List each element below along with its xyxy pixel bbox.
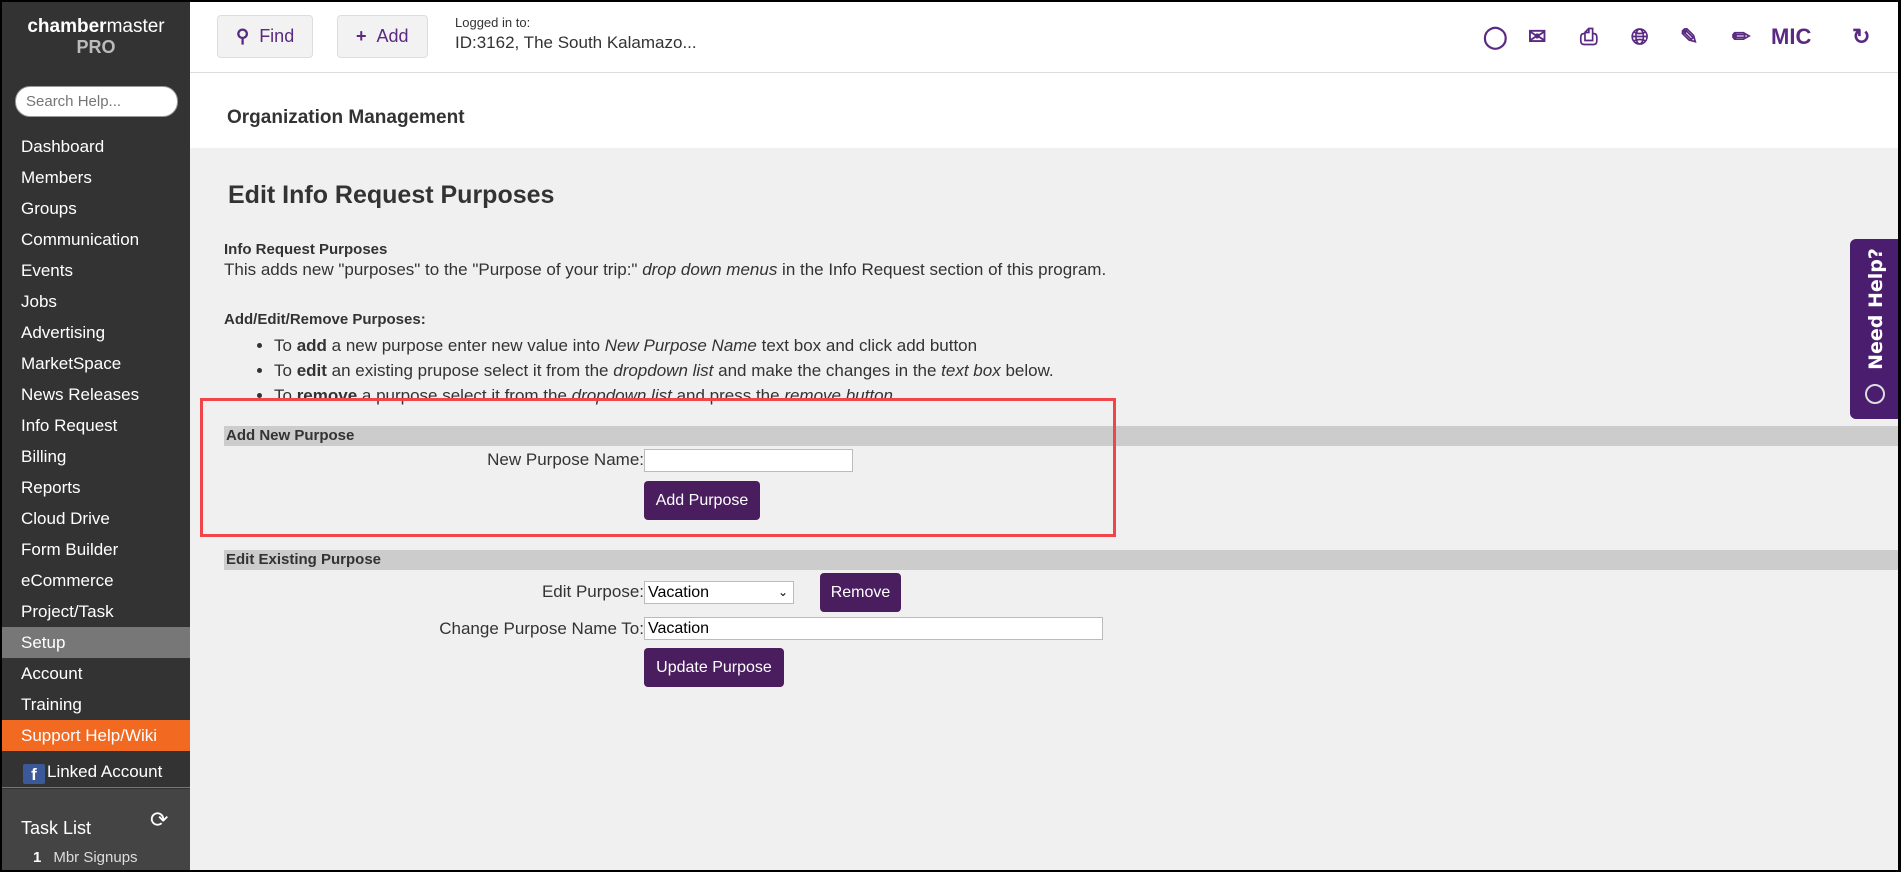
- lightbulb-icon[interactable]: ◯: [1483, 24, 1508, 50]
- chevron-down-icon: ⌄: [777, 585, 788, 599]
- rename-label: Change Purpose Name To:: [439, 619, 644, 638]
- sidebar-item-training[interactable]: Training: [2, 689, 190, 720]
- task-list: Task List ⟳ 1 Mbr Signups: [2, 789, 190, 870]
- logo-bold: chamber: [27, 16, 107, 37]
- search-help-input[interactable]: [15, 86, 178, 117]
- section-title: Info Request Purposes: [224, 241, 388, 258]
- find-label: Find: [259, 26, 295, 46]
- mic-button[interactable]: MIC: [1771, 24, 1811, 50]
- instruction-text: below.: [1000, 361, 1054, 380]
- linked-account-link[interactable]: f Linked Account: [2, 755, 190, 788]
- instruction-item: To add a new purpose enter new value int…: [274, 333, 1054, 358]
- logo[interactable]: chambermaster PRO: [2, 16, 190, 58]
- sidebar-item-form-builder[interactable]: Form Builder: [2, 534, 190, 565]
- sidebar-item-account[interactable]: Account: [2, 658, 190, 689]
- update-purpose-button[interactable]: Update Purpose: [644, 648, 784, 687]
- selected-value: Vacation: [648, 584, 710, 601]
- print-icon[interactable]: ⎙: [1580, 24, 1598, 50]
- sidebar-item-news-releases[interactable]: News Releases: [2, 379, 190, 410]
- remove-button[interactable]: Remove: [820, 573, 901, 612]
- sidebar-item-groups[interactable]: Groups: [2, 193, 190, 224]
- description: This adds new "purposes" to the "Purpose…: [224, 260, 1106, 280]
- page-title: Edit Info Request Purposes: [228, 181, 555, 209]
- task-list-title: Task List: [21, 818, 92, 838]
- edit-section-header: Edit Existing Purpose: [224, 550, 1898, 570]
- top-bar: ⚲ Find + Add Logged in to: ID:3162, The Sou…: [190, 2, 1898, 73]
- app-window: chambermasterPRO DashboardMembersGroupsC…: [2, 2, 1898, 870]
- instruction-text: add: [296, 336, 327, 355]
- desc-text: This adds new "purposes" to the "Purpose…: [224, 260, 643, 279]
- need-help-tab[interactable]: Need Help?: [1850, 239, 1898, 419]
- logo-sub: PRO: [76, 37, 116, 57]
- logged-in-info: Logged in to: ID:3162, The South Kalamazo…: [455, 15, 697, 53]
- sidebar-item-billing[interactable]: Billing: [2, 441, 190, 472]
- task-count: 1: [33, 849, 42, 866]
- org-title: Organization Management: [227, 107, 465, 128]
- sidebar-item-project-task[interactable]: Project/Task: [2, 596, 190, 627]
- sidebar-item-info-request[interactable]: Info Request: [2, 410, 190, 441]
- need-help-label: Need Help?: [1865, 248, 1887, 370]
- instruction-text: a new purpose enter new value into: [326, 336, 605, 355]
- desc-em: drop down menus: [642, 260, 778, 279]
- desc-text-end: in the Info Request section of this prog…: [777, 260, 1107, 279]
- globe-icon[interactable]: 🌐︎: [1631, 24, 1649, 50]
- task-label: Mbr Signups: [53, 849, 138, 866]
- mail-icon[interactable]: ✉: [1528, 24, 1546, 50]
- facebook-icon: f: [23, 764, 45, 784]
- sidebar-item-reports[interactable]: Reports: [2, 472, 190, 503]
- sidebar: chambermasterPRO DashboardMembersGroupsC…: [2, 2, 190, 870]
- plus-icon: +: [356, 26, 367, 46]
- sidebar-item-communication[interactable]: Communication: [2, 224, 190, 255]
- sidebar-item-support-help-wiki[interactable]: Support Help/Wiki: [2, 720, 190, 751]
- sidebar-item-dashboard[interactable]: Dashboard: [2, 131, 190, 162]
- instruction-text: To: [274, 361, 297, 380]
- add-button[interactable]: + Add: [337, 15, 428, 58]
- logo-rest: master: [106, 16, 165, 37]
- sidebar-item-cloud-drive[interactable]: Cloud Drive: [2, 503, 190, 534]
- sidebar-item-advertising[interactable]: Advertising: [2, 317, 190, 348]
- instructions-list: To add a new purpose enter new value int…: [274, 333, 1054, 408]
- instruction-text: New Purpose Name: [604, 336, 757, 355]
- sidebar-item-jobs[interactable]: Jobs: [2, 286, 190, 317]
- logged-label: Logged in to:: [455, 15, 531, 30]
- linked-account-label: Linked Account: [47, 762, 163, 781]
- sidebar-item-marketspace[interactable]: MarketSpace: [2, 348, 190, 379]
- instruction-text: edit: [296, 361, 327, 380]
- sidebar-item-setup[interactable]: Setup: [2, 627, 190, 658]
- edit-purpose-select[interactable]: Vacation ⌄: [644, 581, 794, 604]
- add-label: Add: [376, 26, 409, 46]
- lifebuoy-icon: [1865, 384, 1885, 404]
- task-row[interactable]: 1 Mbr Signups: [33, 849, 138, 866]
- instruction-text: dropdown list: [613, 361, 714, 380]
- sidebar-item-ecommerce[interactable]: eCommerce: [2, 565, 190, 596]
- edit-purpose-label: Edit Purpose:: [541, 582, 644, 601]
- highlight-box: [200, 398, 1116, 537]
- rename-input[interactable]: [644, 617, 1103, 640]
- pencil-icon[interactable]: ✏︎: [1732, 24, 1750, 50]
- instruction-text: and make the changes in the: [713, 361, 942, 380]
- instruction-item: To edit an existing prupose select it fr…: [274, 358, 1054, 383]
- logged-value: ID:3162, The South Kalamazo...: [455, 33, 697, 52]
- instruction-text: text box: [941, 361, 1001, 380]
- sidebar-item-members[interactable]: Members: [2, 162, 190, 193]
- instruction-text: an existing prupose select it from the: [326, 361, 614, 380]
- find-button[interactable]: ⚲ Find: [217, 15, 314, 58]
- search-icon: ⚲: [236, 26, 250, 46]
- sidebar-item-events[interactable]: Events: [2, 255, 190, 286]
- instructions-title: Add/Edit/Remove Purposes:: [224, 311, 426, 328]
- org-header: Organization Management: [190, 73, 1898, 148]
- refresh-icon[interactable]: ⟳: [150, 807, 168, 833]
- sidebar-nav: Dashboard Members Groups Communication Event…: [2, 131, 190, 751]
- edit-icon[interactable]: ✎: [1680, 24, 1698, 50]
- instruction-text: To: [274, 336, 297, 355]
- refresh-icon[interactable]: ↻: [1852, 24, 1870, 50]
- instruction-text: text box and click add button: [756, 336, 978, 355]
